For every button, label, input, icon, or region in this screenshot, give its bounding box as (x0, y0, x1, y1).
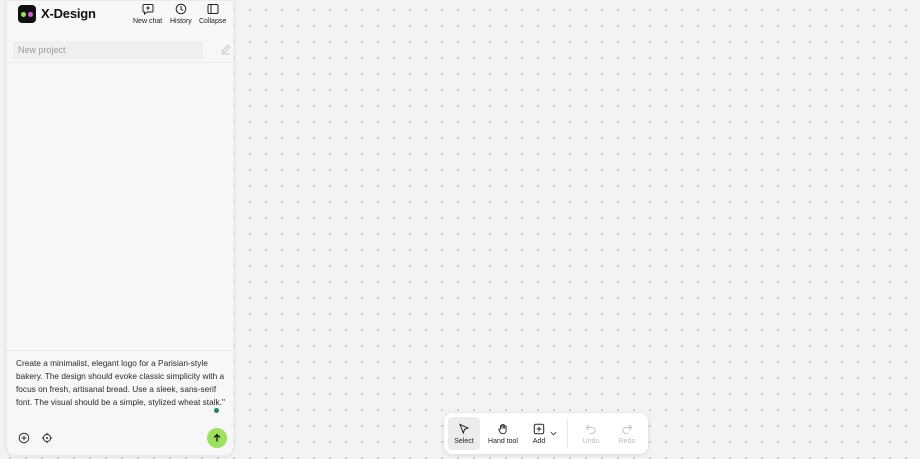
target-icon[interactable] (41, 432, 53, 444)
new-chat-icon (142, 4, 154, 15)
collapse-label: Collapse (199, 18, 227, 25)
select-label: Select (454, 437, 474, 445)
clock-icon (175, 3, 187, 15)
canvas-toolbar: Select Hand tool Add Undo Redo (444, 413, 648, 454)
sidebar-header: X-Design New chat History Collapse (7, 1, 233, 35)
redo-button[interactable]: Redo (614, 417, 640, 450)
hand-tool-button[interactable]: Hand tool (484, 417, 522, 450)
history-label: History (170, 18, 192, 25)
arrow-up-icon (213, 433, 221, 442)
project-name-input[interactable]: New project (13, 41, 203, 59)
sidebar-divider (7, 62, 233, 63)
new-chat-label: New chat (133, 18, 163, 25)
collapse-sidebar-icon (207, 4, 219, 14)
app-logo-icon (18, 5, 36, 23)
new-chat-button[interactable]: New chat (133, 3, 162, 29)
collapse-button[interactable]: Collapse (199, 3, 226, 29)
undo-label: Undo (582, 437, 600, 445)
redo-label: Redo (618, 437, 636, 445)
undo-button[interactable]: Undo (578, 417, 604, 450)
prompt-textarea[interactable]: Create a minimalist, elegant logo for a … (16, 357, 226, 409)
history-button[interactable]: History (170, 3, 192, 29)
undo-icon (585, 424, 596, 434)
chevron-down-icon[interactable] (550, 430, 557, 437)
add-square-icon (533, 423, 545, 434)
add-button[interactable]: Add (528, 417, 550, 450)
logo-pink-dot (28, 11, 33, 17)
cursor-icon (459, 423, 470, 434)
send-button[interactable] (207, 428, 227, 448)
sidebar: X-Design New chat History Collapse New p… (6, 0, 234, 456)
redo-icon (622, 424, 633, 434)
app-title: X-Design (41, 6, 96, 21)
edit-icon[interactable] (220, 44, 231, 55)
select-tool-button[interactable]: Select (448, 417, 480, 450)
status-dot (214, 408, 219, 413)
add-attachment-icon[interactable] (18, 432, 30, 444)
project-row: New project (13, 41, 231, 59)
add-label: Add (532, 437, 546, 445)
toolbar-separator (567, 419, 568, 448)
hand-tool-label: Hand tool (488, 437, 518, 445)
logo-green-dot (21, 11, 26, 17)
hand-icon (498, 423, 507, 434)
composer-divider (7, 350, 233, 351)
